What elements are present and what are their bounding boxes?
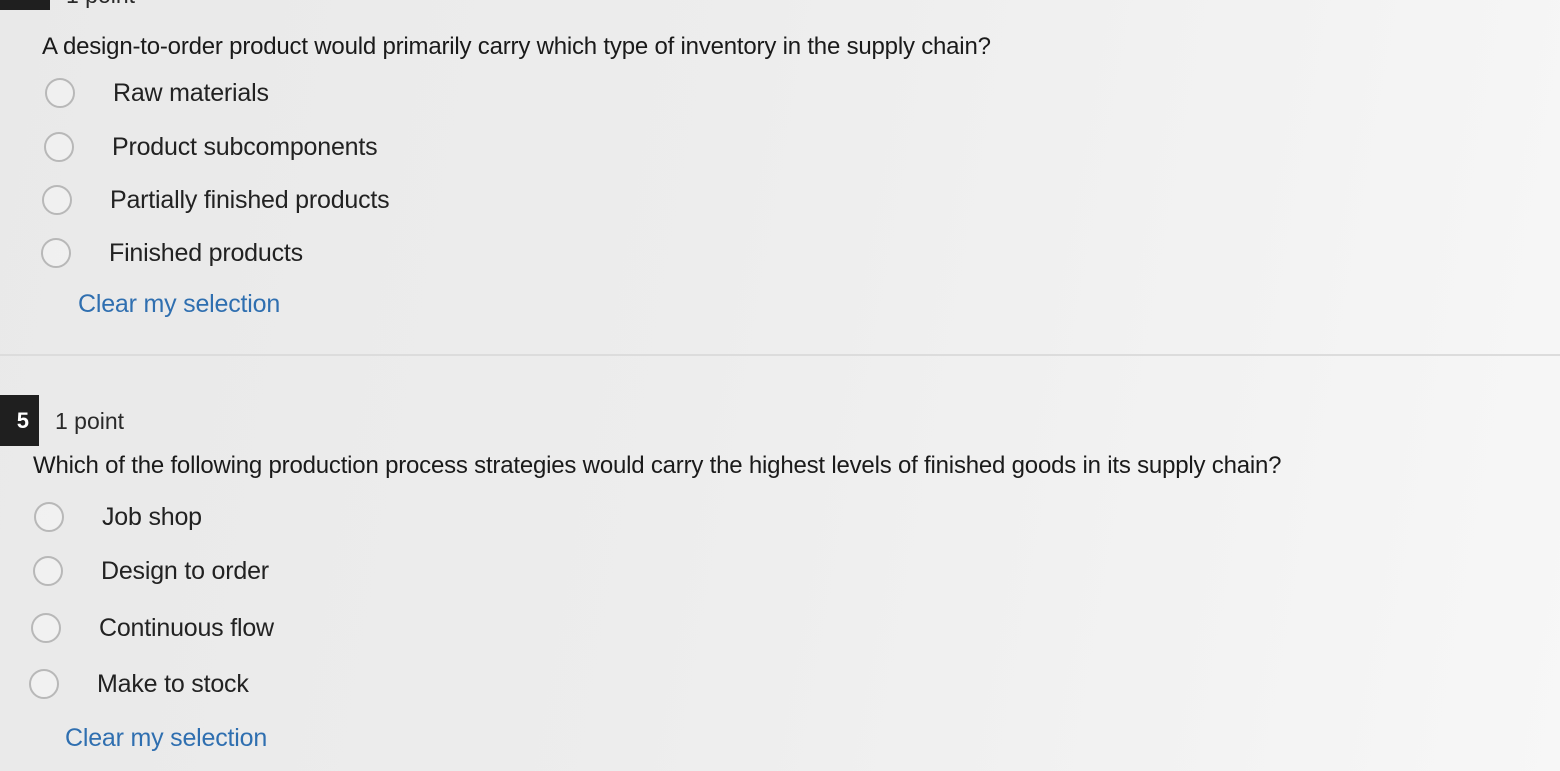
question-text: A design-to-order product would primaril… — [42, 33, 991, 60]
question-number-badge: 4 — [0, 0, 50, 10]
question-points: 1 point — [66, 0, 135, 9]
radio-button[interactable] — [33, 556, 63, 586]
question-number: 5 — [16, 407, 29, 433]
radio-button[interactable] — [34, 502, 64, 532]
option-label: Make to stock — [97, 669, 249, 698]
option-raw-materials[interactable]: Raw materials — [45, 73, 269, 113]
option-label: Design to order — [101, 556, 269, 585]
option-design-to-order[interactable]: Design to order — [33, 551, 269, 591]
option-job-shop[interactable]: Job shop — [34, 497, 202, 537]
option-label: Continuous flow — [99, 613, 274, 642]
radio-button[interactable] — [31, 613, 61, 643]
question-4: 4 1 point A design-to-order product woul… — [0, 0, 1560, 340]
question-text: Which of the following production proces… — [33, 452, 1282, 479]
question-points: 1 point — [55, 408, 125, 434]
clear-selection-link[interactable]: Clear my selection — [65, 724, 267, 753]
question-number-badge: 5 — [0, 395, 39, 446]
radio-button[interactable] — [44, 132, 74, 162]
option-product-subcomponents[interactable]: Product subcomponents — [44, 127, 378, 167]
option-label: Job shop — [102, 502, 202, 531]
option-partially-finished-products[interactable]: Partially finished products — [42, 180, 390, 220]
option-finished-products[interactable]: Finished products — [41, 233, 303, 273]
radio-button[interactable] — [29, 669, 59, 699]
question-5: 5 1 point Which of the following product… — [0, 370, 1560, 771]
question-number: 4 — [28, 0, 40, 5]
clear-selection-link[interactable]: Clear my selection — [78, 290, 280, 319]
option-label: Product subcomponents — [112, 132, 378, 161]
option-label: Partially finished products — [110, 185, 390, 214]
radio-button[interactable] — [45, 78, 75, 108]
radio-button[interactable] — [41, 238, 71, 268]
question-divider — [0, 354, 1560, 356]
option-make-to-stock[interactable]: Make to stock — [29, 664, 249, 704]
option-label: Raw materials — [113, 78, 269, 107]
option-continuous-flow[interactable]: Continuous flow — [31, 608, 274, 648]
radio-button[interactable] — [42, 185, 72, 215]
option-label: Finished products — [109, 238, 303, 267]
